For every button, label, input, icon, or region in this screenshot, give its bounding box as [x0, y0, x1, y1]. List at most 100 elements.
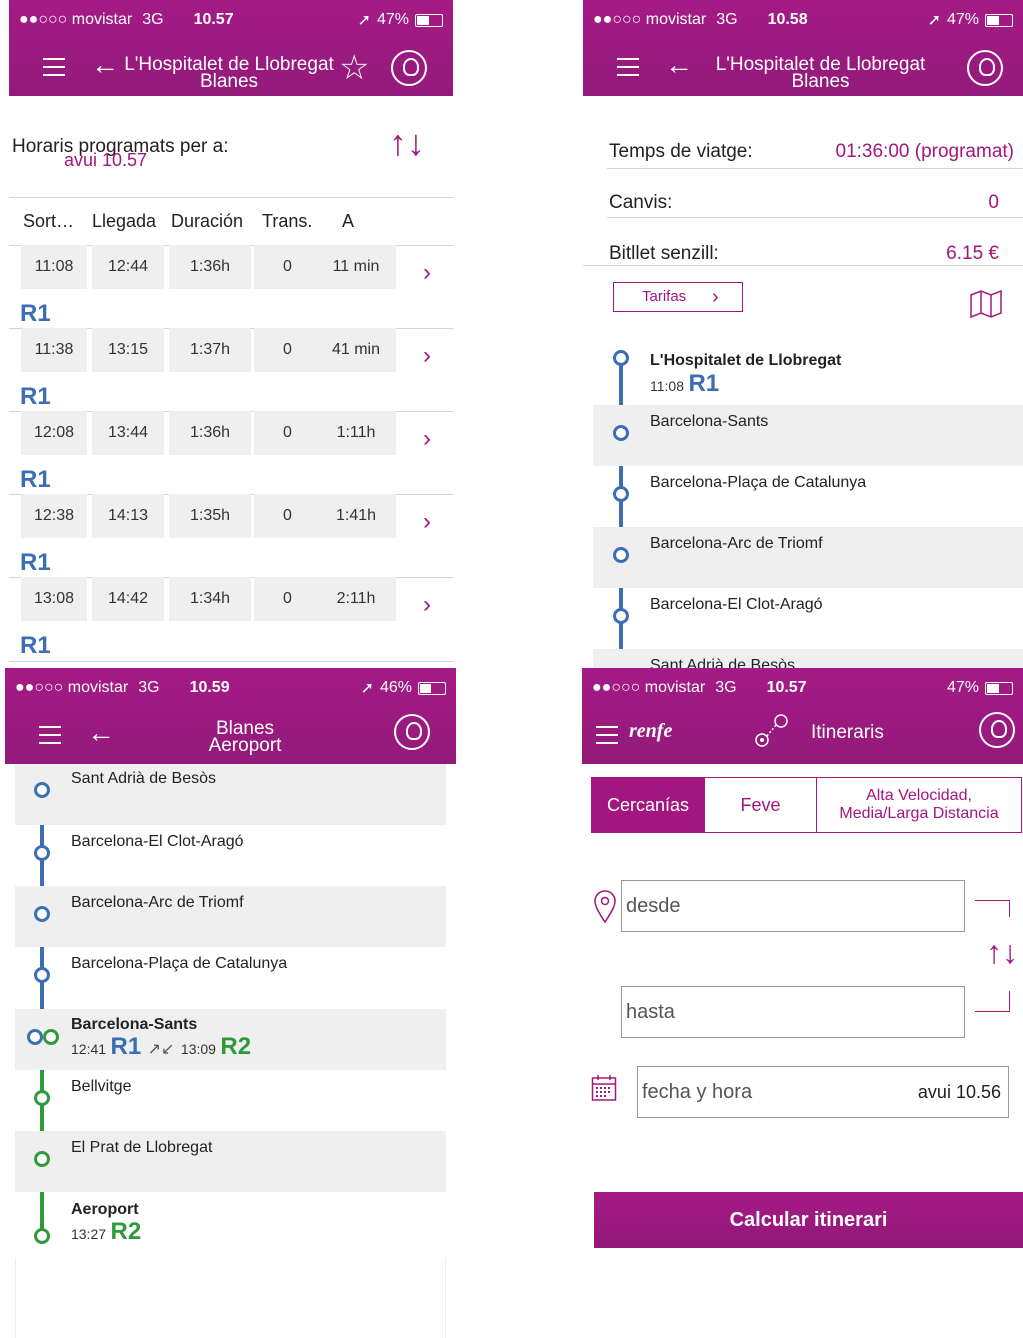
tariffs-button[interactable]: Tarifas ›: [613, 282, 743, 312]
date-time-input[interactable]: fecha y hora avui 10.56: [637, 1066, 1009, 1118]
line-badge: R1: [20, 383, 51, 410]
stop-row: Barcelona-Plaça de Catalunya: [593, 466, 1023, 527]
route-title: Blanes Aeroport: [145, 719, 345, 756]
date-placeholder: fecha y hora: [642, 1081, 753, 1103]
profile-icon[interactable]: [394, 714, 430, 750]
stop-marker: [613, 608, 629, 624]
stop-row: Barcelona-Sants: [593, 405, 1023, 466]
stop-marker: [34, 967, 50, 983]
status-bar: ●●○○○ movistar 3G 10.58 ➚ 47%: [583, 0, 1023, 40]
stop-marker: [613, 350, 629, 366]
ticket-label: Bitllet senzill:: [609, 243, 719, 264]
travel-time-label: Temps de viatge:: [609, 141, 753, 162]
date-value: avui 10.56: [917, 1082, 1001, 1102]
back-arrow-icon[interactable]: ←: [665, 50, 693, 80]
tab-alta-velocidad[interactable]: Alta Velocidad, Media/Larga Distancia: [816, 777, 1022, 833]
menu-icon[interactable]: [39, 726, 61, 744]
stop-name: Barcelona-Plaça de Catalunya: [650, 474, 867, 491]
stop-name: Barcelona-Arc de Triomf: [650, 535, 823, 552]
calendar-icon[interactable]: [591, 1074, 617, 1102]
profile-icon[interactable]: [979, 712, 1015, 748]
tab-label: Cercanías: [606, 794, 690, 815]
time-until: 2:11h: [316, 577, 396, 621]
clock: 10.57: [766, 679, 807, 696]
duration: 1:36h: [169, 245, 251, 289]
transfers: 0: [254, 411, 321, 455]
time-until: 1:41h: [316, 494, 396, 538]
schedule-panel: ●●○○○ movistar 3G 10.57 ➚ 47% ← L'Hospita…: [9, 0, 453, 668]
tab-feve[interactable]: Feve: [704, 777, 817, 833]
schedule-row[interactable]: 13:08 14:42 1:34h 0 2:11h › R1: [9, 577, 453, 660]
departure-time: 13:08: [21, 577, 87, 621]
arrival-time: 13:44: [92, 411, 164, 455]
battery-percent: 47%: [946, 679, 979, 696]
col-duration[interactable]: Duración: [171, 211, 243, 232]
menu-icon[interactable]: [43, 58, 65, 76]
departure-time: 11:08: [650, 378, 684, 394]
route-destination: Aeroport: [208, 735, 282, 756]
stop-row: Barcelona-Arc de Triomf: [15, 886, 446, 947]
stop-marker: [613, 425, 629, 441]
network: 3G: [138, 679, 160, 696]
clock: 10.59: [189, 679, 230, 696]
tariffs-label: Tarifas: [642, 288, 687, 305]
nav-bar: ← L'Hospitalet de Llobregat Blanes: [583, 40, 1023, 96]
schedule-date[interactable]: avui 10.57: [64, 150, 147, 171]
schedule-row[interactable]: 11:08 12:44 1:36h 0 11 min › R1: [9, 245, 453, 328]
empty-row: [15, 1258, 446, 1338]
route-icon: [754, 712, 790, 748]
transfers: 0: [254, 577, 321, 621]
arrival-time: 14:42: [92, 577, 164, 621]
stop-row: Barcelona-Arc de Triomf: [593, 527, 1023, 588]
renfe-logo: renfe: [629, 720, 673, 742]
stop-name: Barcelona-Sants: [71, 1016, 198, 1033]
transfers: 0: [254, 494, 321, 538]
profile-icon[interactable]: [391, 50, 427, 86]
time-until: 11 min: [316, 245, 396, 289]
route-destination: Blanes: [199, 71, 259, 92]
schedule-row[interactable]: 11:38 13:15 1:37h 0 41 min › R1: [9, 328, 453, 411]
from-placeholder: desde: [626, 895, 681, 917]
col-in[interactable]: A: [342, 211, 354, 232]
line-badge: R1: [20, 549, 51, 576]
battery-icon: [985, 681, 1013, 695]
swap-stations-icon[interactable]: ↑↓: [986, 934, 1018, 971]
battery-percent: 47%: [946, 11, 979, 28]
schedule-row[interactable]: 12:08 13:44 1:36h 0 1:11h › R1: [9, 411, 453, 494]
departure-time: 13:09: [180, 1041, 216, 1057]
to-input[interactable]: hasta: [621, 986, 965, 1038]
changes-value: 0: [988, 192, 999, 213]
calculate-itinerary-button[interactable]: Calcular itinerari: [594, 1192, 1023, 1248]
app-header: ●●○○○ movistar 3G 10.57 47% renfe Itiner…: [582, 668, 1023, 764]
duration: 1:34h: [169, 577, 251, 621]
favorite-star-icon[interactable]: ☆: [339, 48, 369, 88]
menu-icon[interactable]: [617, 58, 639, 76]
stop-name: Barcelona-Plaça de Catalunya: [71, 955, 288, 972]
route-title: L'Hospitalet de Llobregat Blanes: [693, 55, 948, 91]
stop-row: Sant Adrià de Besòs: [15, 764, 446, 825]
stop-row: El Prat de Llobregat: [15, 1131, 446, 1192]
route-title: L'Hospitalet de Llobregat Blanes: [109, 55, 349, 92]
carrier: ●●○○○ movistar: [592, 679, 706, 696]
duration: 1:36h: [169, 411, 251, 455]
back-arrow-icon[interactable]: ←: [87, 718, 115, 748]
duration: 1:37h: [169, 328, 251, 372]
tab-cercanias[interactable]: Cercanías: [591, 777, 705, 833]
swap-direction-icon[interactable]: ↑↓: [389, 122, 425, 164]
col-transfers[interactable]: Trans.: [262, 211, 312, 232]
calculate-label: Calcular itinerari: [729, 1209, 888, 1231]
menu-icon[interactable]: [596, 726, 618, 744]
itinerary-search-panel: ●●○○○ movistar 3G 10.57 47% renfe Itiner…: [582, 668, 1023, 1338]
col-arrival[interactable]: Llegada: [92, 211, 156, 232]
schedule-row[interactable]: 12:38 14:13 1:35h 0 1:41h › R1: [9, 494, 453, 577]
tab-label: Feve: [740, 794, 781, 815]
changes-label: Canvis:: [609, 192, 673, 213]
from-input[interactable]: desde: [621, 880, 965, 932]
destination-stop: Aeroport 13:27 R2: [15, 1192, 446, 1258]
map-icon[interactable]: [969, 289, 1003, 319]
profile-icon[interactable]: [967, 50, 1003, 86]
line-badge: R2: [110, 1218, 142, 1245]
location-icon: ➚: [357, 12, 371, 29]
line-badge: R1: [20, 466, 51, 493]
col-departure[interactable]: Sort…: [23, 211, 74, 232]
